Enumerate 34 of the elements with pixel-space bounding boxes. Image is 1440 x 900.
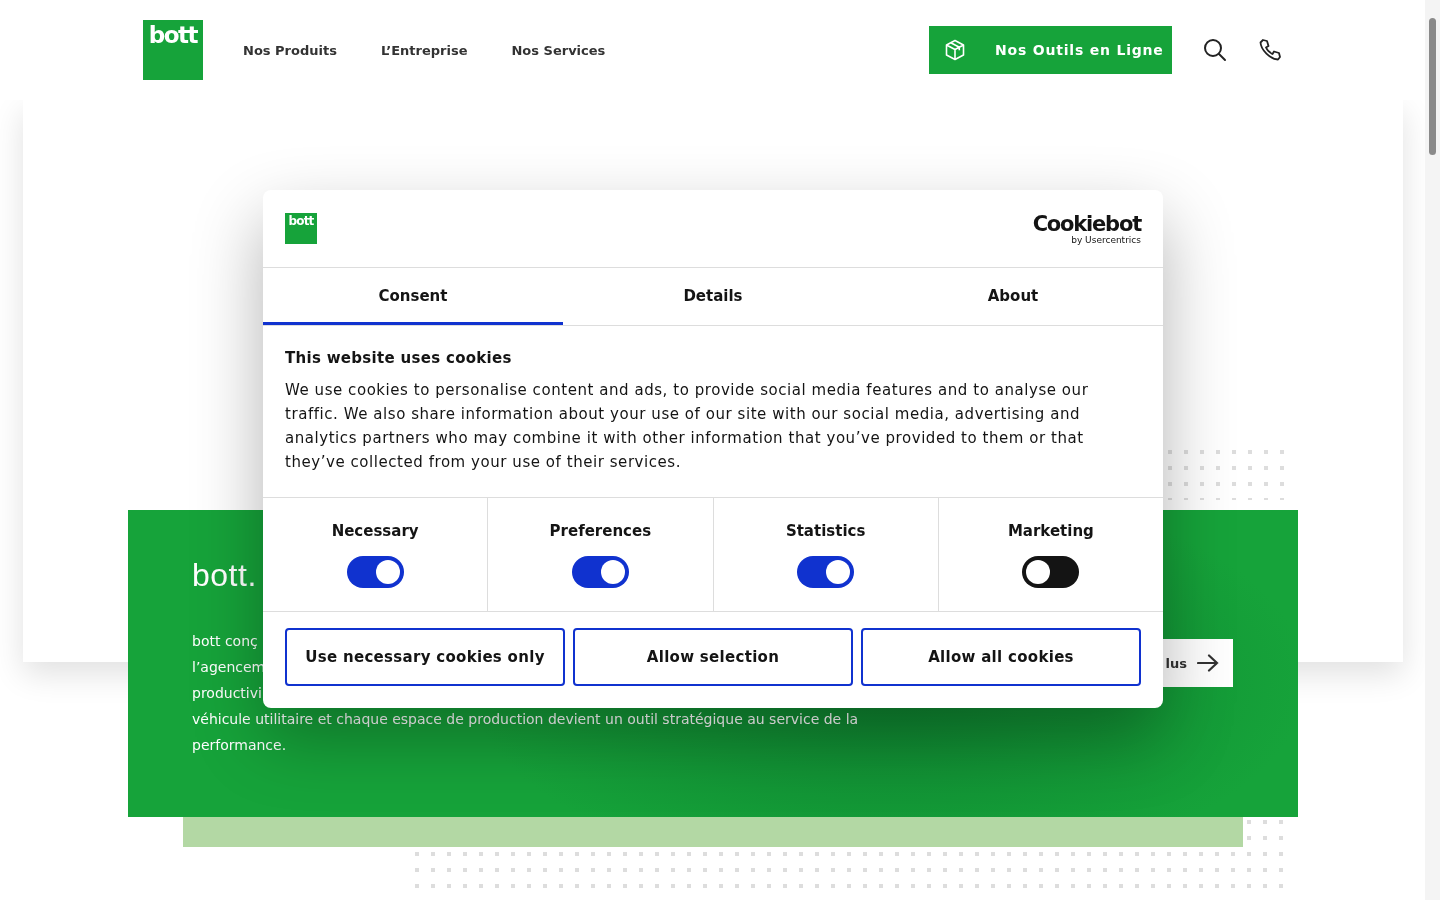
arrow-icon [1197, 654, 1219, 672]
dialog-text: We use cookies to personalise content and ads, to provide social media features and to analyse our traffic. We also share information about your use of our site with our social media, advertising and analytics partners who may combine it with other information that you’ve provided to them or that they’ve collected from your use of their services. [285, 380, 1090, 473]
hero-heading: bott. [192, 556, 257, 595]
logo: bott [285, 213, 317, 244]
tab[interactable]: About [863, 268, 1163, 325]
nav-link[interactable]: Nos Produits [243, 42, 337, 58]
brand-logo: Cookiebot [1032, 212, 1141, 235]
toggle-switch[interactable] [346, 556, 404, 588]
dialog-title: This website uses cookies [285, 348, 513, 368]
search-icon[interactable] [1203, 38, 1227, 62]
hero-text: l’agencem [192, 658, 266, 677]
phone-icon[interactable] [1258, 38, 1282, 62]
hero-text: productivi [192, 684, 262, 703]
consent-button[interactable]: Allow all cookies [861, 628, 1141, 686]
consent-button[interactable]: Use necessary cookies only [285, 628, 565, 686]
nav-link[interactable]: L’Entreprise [380, 42, 468, 58]
tab[interactable]: Consent [263, 268, 563, 325]
toggle-label: Preferences [549, 522, 652, 540]
toggle-label: Necessary [331, 522, 419, 540]
hero-text: véhicule utilitaire et chaque espace de production devient un outil stratégique au service de la [192, 710, 859, 729]
toggle-switch[interactable] [1022, 556, 1080, 588]
toggle-label: Marketing [1007, 522, 1094, 540]
brand-subtitle: by Usercentrics [1071, 234, 1141, 245]
toggle-label: Statistics [785, 522, 866, 540]
hero-text: bott conç [192, 632, 258, 651]
tab[interactable]: Details [563, 268, 863, 325]
hero-text: performance. [192, 736, 287, 755]
scrollbar[interactable] [1425, 0, 1440, 900]
toggle-switch[interactable] [797, 556, 855, 588]
nav-link[interactable]: Nos Services [511, 42, 606, 58]
more-button[interactable]: lus [1163, 639, 1233, 687]
consent-button[interactable]: Allow selection [573, 628, 853, 686]
toggle-switch[interactable] [571, 556, 629, 588]
box-icon [943, 38, 967, 62]
